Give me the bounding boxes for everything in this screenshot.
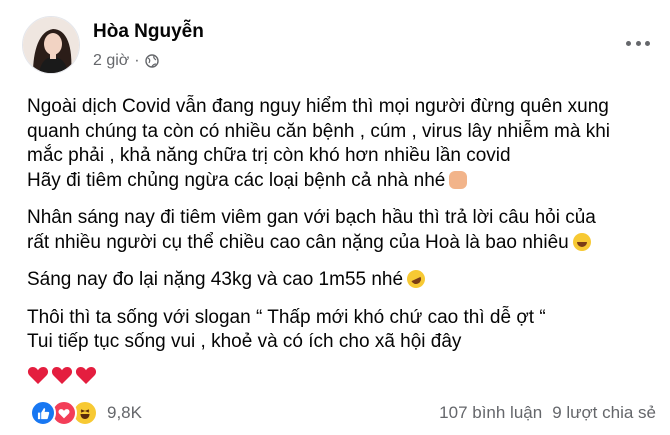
text-line-with-emoji: rất nhiều người cụ thể chiều cao cân nặn… — [27, 231, 657, 256]
post-content: Ngoài dịch Covid vẫn đang nguy hiểm thì … — [27, 95, 657, 368]
meta-separator: · — [134, 52, 140, 69]
dot-icon — [635, 40, 641, 46]
post-time[interactable]: 2 giờ — [93, 52, 129, 70]
text-line: quanh chúng ta còn có nhiều căn bệnh , c… — [27, 120, 611, 142]
author-avatar[interactable] — [22, 16, 80, 74]
text-line: mắc phải , khả năng chữa trị còn khó hơn… — [27, 145, 511, 166]
more-options-button[interactable] — [626, 38, 650, 48]
reaction-count[interactable]: 9,8K — [107, 403, 142, 423]
dot-icon — [626, 40, 631, 46]
post-card: Hòa Nguyễn 2 giờ · Ngoài dịch Covid vẫn … — [0, 0, 670, 435]
text-line-with-emoji: Hãy đi tiêm chủng ngừa các loại bệnh cả … — [27, 169, 657, 194]
like-icon — [30, 400, 56, 426]
post-footer: 9,8K 107 bình luận 9 lượt chia sẻ — [30, 400, 656, 426]
avatar-photo — [23, 17, 79, 73]
post-paragraph-2: Nhân sáng nay đi tiêm viêm gan với bạch … — [27, 206, 657, 255]
reactions-summary[interactable]: 9,8K — [30, 400, 142, 426]
laughing-emoji-icon — [572, 232, 591, 251]
text-line-with-emoji: Sáng nay đo lại nặng 43kg và cao 1m55 nh… — [27, 267, 657, 293]
text-line: Sáng nay đo lại nặng 43kg và cao 1m55 nh… — [27, 269, 404, 290]
post-paragraph-1: Ngoài dịch Covid vẫn đang nguy hiểm thì … — [27, 95, 657, 193]
text-line: Thôi thì ta sống với slogan “ Thấp mới k… — [27, 306, 546, 328]
rofl-emoji-icon — [404, 267, 429, 291]
engagement-stats: 107 bình luận 9 lượt chia sẻ — [439, 403, 656, 423]
text-line: Nhân sáng nay đi tiêm viêm gan với bạch … — [27, 207, 596, 228]
dot-icon — [645, 40, 650, 46]
post-paragraph-3: Sáng nay đo lại nặng 43kg và cao 1m55 nh… — [27, 267, 657, 293]
heart-icon — [27, 367, 49, 384]
globe-icon[interactable] — [144, 54, 159, 68]
text-line: rất nhiều người cụ thể chiều cao cân nặn… — [27, 231, 569, 253]
heart-icon — [75, 367, 97, 384]
text-line: Ngoài dịch Covid vẫn đang nguy hiểm thì … — [27, 96, 609, 117]
shares-count-link[interactable]: 9 lượt chia sẻ — [552, 403, 656, 423]
fist-emoji-icon — [449, 170, 468, 189]
post-meta: 2 giờ · — [93, 52, 159, 70]
author-name[interactable]: Hòa Nguyễn — [93, 21, 204, 43]
comments-count-link[interactable]: 107 bình luận — [439, 403, 542, 423]
text-line: Tui tiếp tục sống vui , khoẻ và có ích c… — [27, 331, 462, 352]
heart-icon — [51, 367, 73, 384]
text-line: Hãy đi tiêm chủng ngừa các loại bệnh cả … — [27, 169, 446, 191]
post-paragraph-4: Thôi thì ta sống với slogan “ Thấp mới k… — [27, 306, 657, 355]
hearts-row — [27, 365, 97, 385]
